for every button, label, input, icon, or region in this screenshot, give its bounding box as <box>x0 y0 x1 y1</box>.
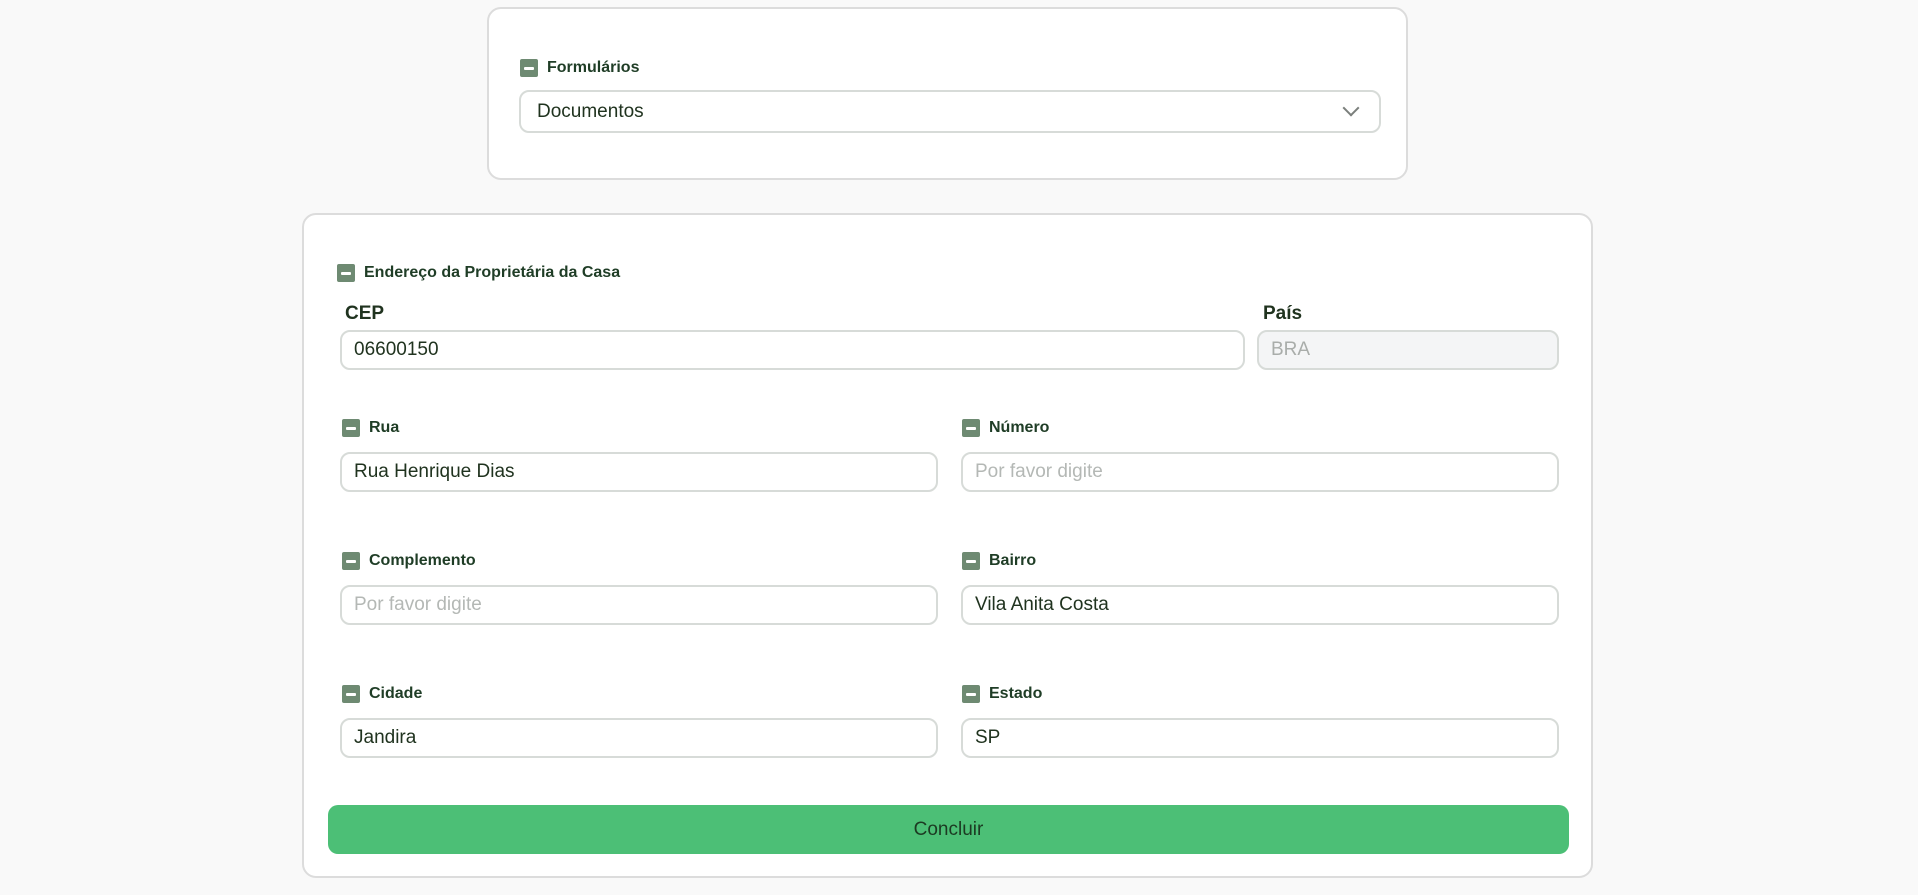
minus-square-icon[interactable] <box>962 685 980 703</box>
forms-card: Formulários Documentos <box>487 7 1408 180</box>
minus-square-icon[interactable] <box>520 59 538 77</box>
complemento-input[interactable] <box>340 585 938 625</box>
minus-square-icon[interactable] <box>962 552 980 570</box>
rua-label-group[interactable]: Rua <box>342 419 399 437</box>
rua-input[interactable] <box>340 452 938 492</box>
estado-label: Estado <box>989 685 1043 702</box>
minus-square-icon[interactable] <box>342 419 360 437</box>
minus-square-icon[interactable] <box>962 419 980 437</box>
forms-select-value: Documentos <box>537 100 644 122</box>
bairro-input[interactable] <box>961 585 1559 625</box>
minus-square-icon[interactable] <box>337 264 355 282</box>
address-card: Endereço da Proprietária da Casa CEP Paí… <box>302 213 1593 878</box>
estado-label-group[interactable]: Estado <box>962 685 1042 703</box>
complemento-label-group[interactable]: Complemento <box>342 552 476 570</box>
cidade-label: Cidade <box>369 685 423 702</box>
bairro-label-group[interactable]: Bairro <box>962 552 1036 570</box>
numero-input[interactable] <box>961 452 1559 492</box>
cep-input[interactable] <box>340 330 1245 370</box>
cep-label: CEP <box>345 303 385 324</box>
minus-square-icon[interactable] <box>342 685 360 703</box>
complemento-label: Complemento <box>369 552 476 569</box>
forms-select[interactable]: Documentos <box>519 90 1381 133</box>
concluir-button[interactable]: Concluir <box>328 805 1569 854</box>
pais-input[interactable] <box>1257 330 1559 370</box>
numero-label: Número <box>989 419 1050 436</box>
numero-label-group[interactable]: Número <box>962 419 1049 437</box>
cidade-input[interactable] <box>340 718 938 758</box>
pais-label: País <box>1263 303 1303 324</box>
estado-input[interactable] <box>961 718 1559 758</box>
chevron-down-icon[interactable] <box>1342 99 1360 117</box>
address-section-header[interactable]: Endereço da Proprietária da Casa <box>337 264 620 282</box>
bairro-label: Bairro <box>989 552 1037 569</box>
rua-label: Rua <box>369 419 400 436</box>
forms-section-header[interactable]: Formulários <box>520 59 639 77</box>
address-section-title: Endereço da Proprietária da Casa <box>364 264 621 281</box>
minus-square-icon[interactable] <box>342 552 360 570</box>
forms-section-label: Formulários <box>547 59 640 76</box>
cidade-label-group[interactable]: Cidade <box>342 685 422 703</box>
